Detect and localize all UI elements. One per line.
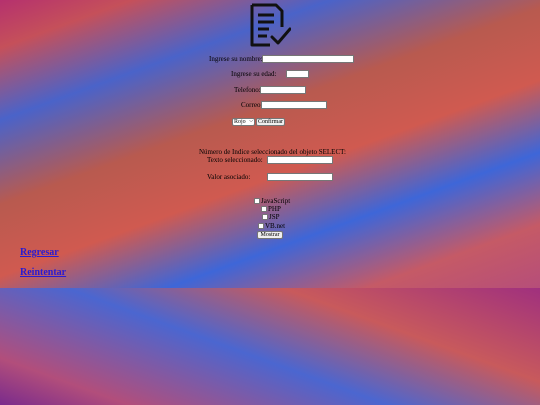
document-checklist-icon xyxy=(250,3,291,47)
confirm-button[interactable]: Confirmar xyxy=(256,118,285,126)
chevron-down-icon: ⌵ xyxy=(249,119,253,124)
background-below-content xyxy=(0,288,540,405)
checkbox-label-javascript: JavaScript xyxy=(261,197,291,205)
phone-label: Telefono: xyxy=(234,86,261,94)
color-select-value: Rojo xyxy=(234,119,246,125)
name-label: Ingrese su nombre: xyxy=(209,55,263,63)
phone-input[interactable] xyxy=(260,86,306,94)
back-link[interactable]: Regresar xyxy=(20,247,59,258)
show-button[interactable]: Mostrar xyxy=(257,231,283,239)
associated-value-field[interactable] xyxy=(267,173,333,181)
checkbox-jsp[interactable] xyxy=(262,214,268,220)
retry-link[interactable]: Reintentar xyxy=(20,267,66,278)
checkbox-php[interactable] xyxy=(261,206,267,212)
email-label: Correo: xyxy=(241,101,263,109)
selected-text-label: Texto seleccionado: xyxy=(207,156,263,164)
name-input[interactable] xyxy=(262,55,354,63)
checkbox-label-jsp: JSP xyxy=(269,213,280,221)
age-label: Ingrese su edad: xyxy=(231,70,277,78)
associated-value-label: Valor asociado: xyxy=(207,173,251,181)
color-select[interactable]: Rojo ⌵ xyxy=(232,118,255,126)
age-input[interactable] xyxy=(286,70,309,78)
checkbox-label-php: PHP xyxy=(268,205,281,213)
checkbox-vbnet[interactable] xyxy=(258,223,264,229)
index-label: Número de Indice seleccionado del objeto… xyxy=(199,148,346,156)
checkbox-label-vbnet: VB.net xyxy=(265,222,286,230)
selected-text-field[interactable] xyxy=(267,156,333,164)
email-input[interactable] xyxy=(261,101,327,109)
checkbox-javascript[interactable] xyxy=(254,198,260,204)
